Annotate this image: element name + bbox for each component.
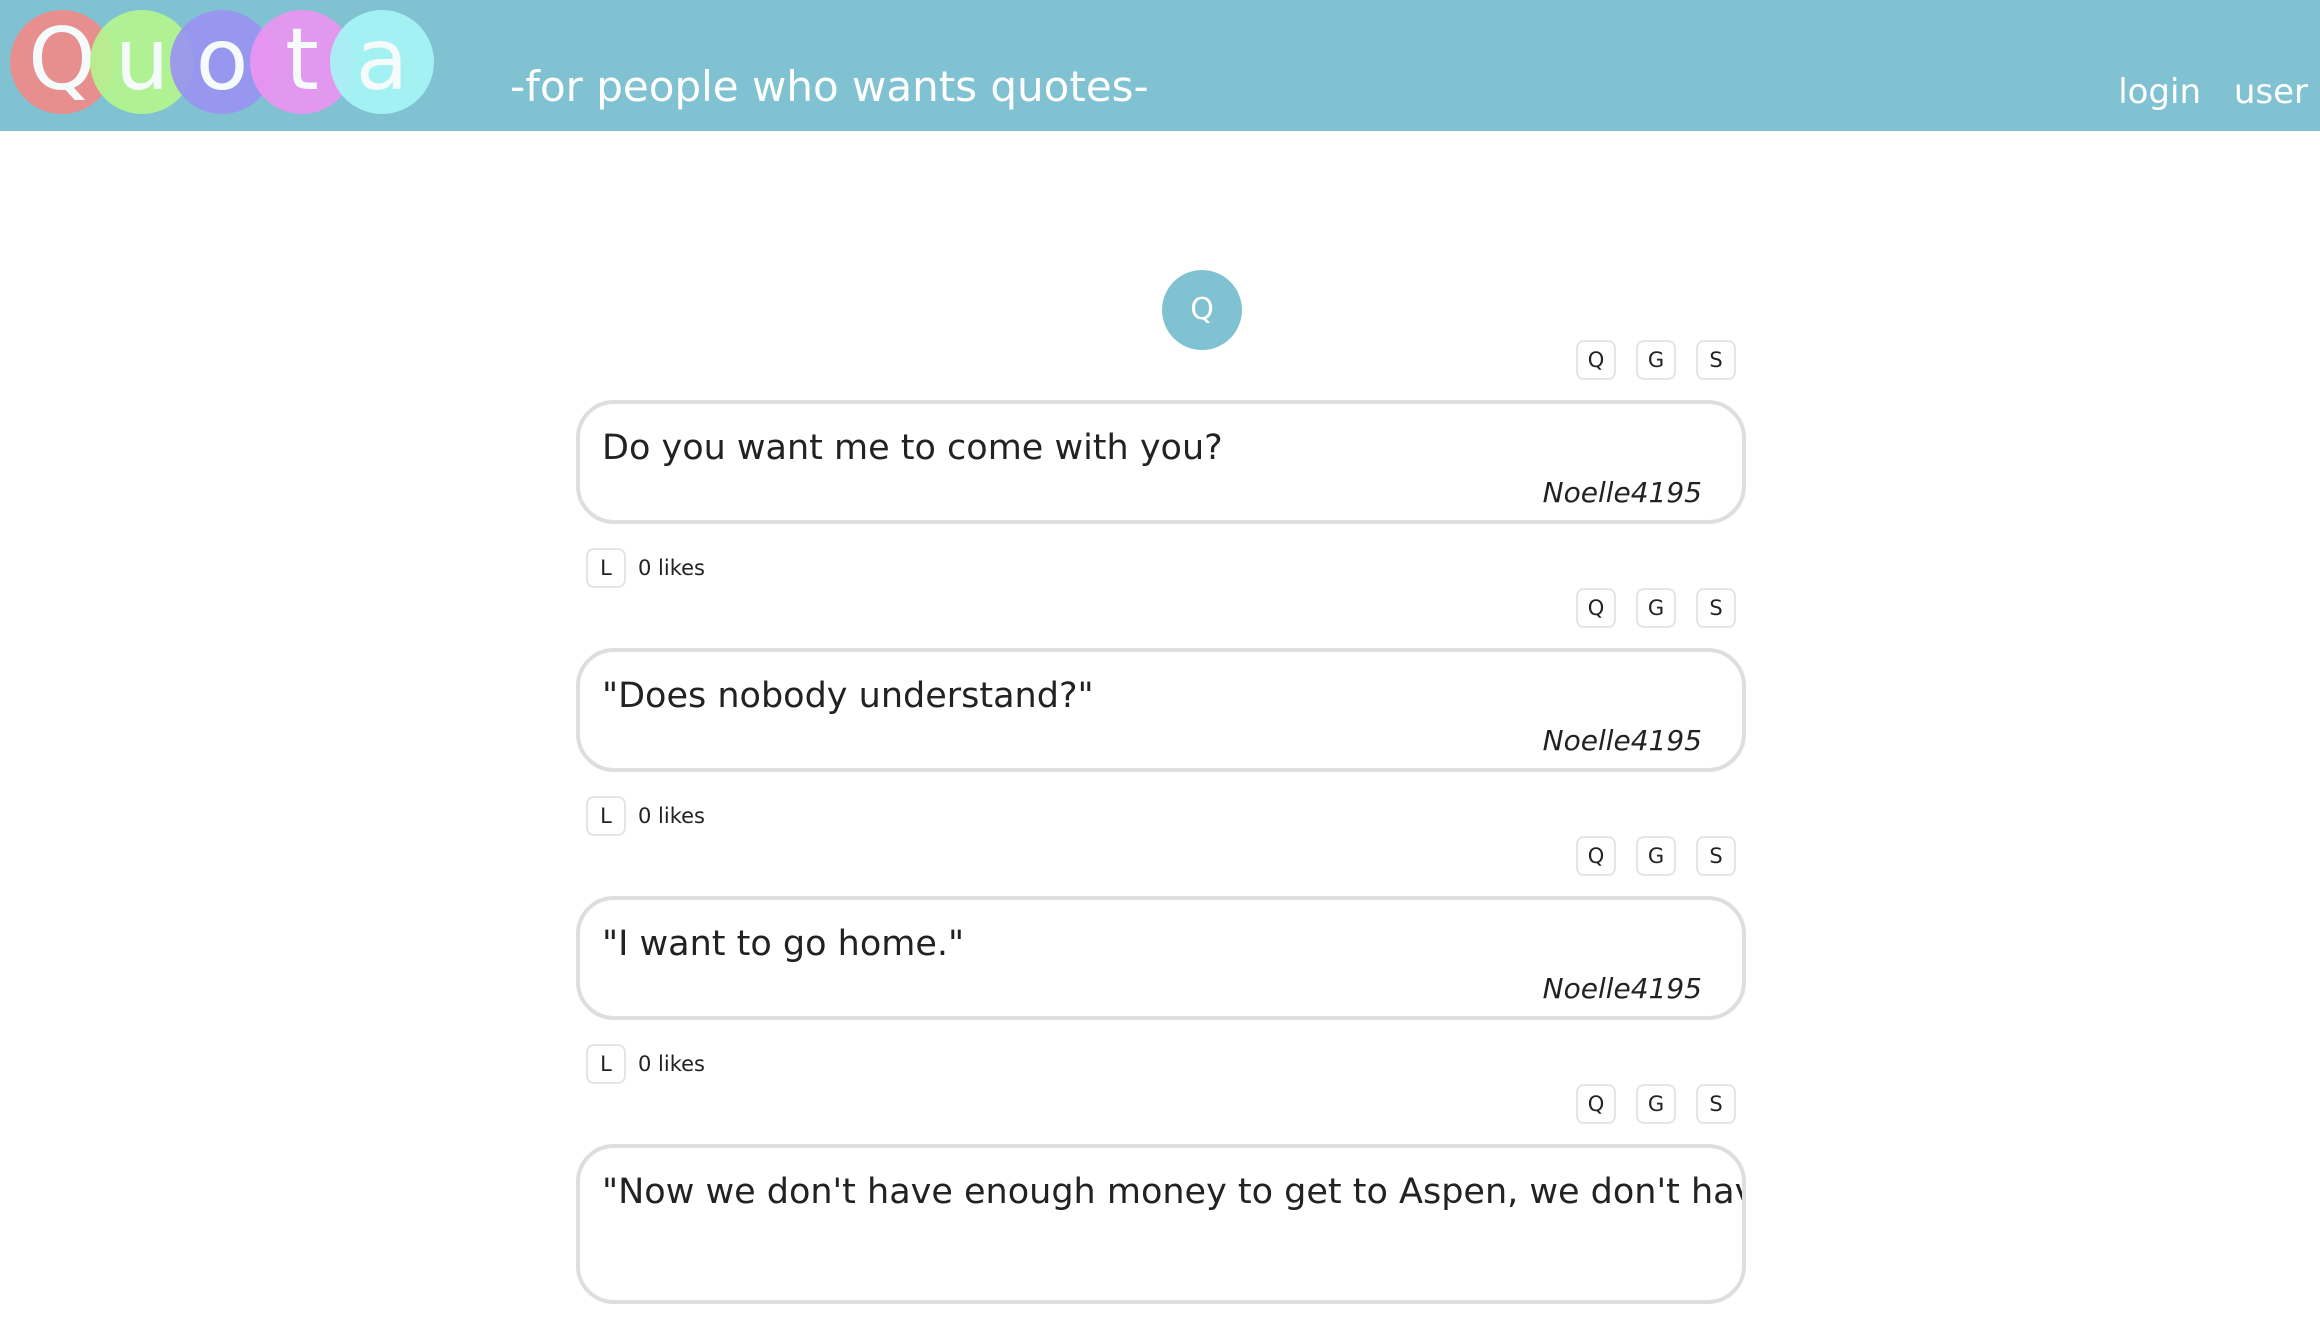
quote-post: QGS "Does nobody understand?" Noelle4195… bbox=[576, 586, 1746, 836]
s-button[interactable]: S bbox=[1696, 588, 1736, 628]
g-button[interactable]: G bbox=[1636, 340, 1676, 380]
logo-letter-a: a bbox=[330, 10, 434, 114]
quote-author[interactable]: Noelle4195 bbox=[1543, 972, 1702, 1005]
s-button[interactable]: S bbox=[1696, 340, 1736, 380]
tagline: -for people who wants quotes- bbox=[510, 62, 1149, 111]
quote-text: Do you want me to come with you? bbox=[602, 428, 1223, 468]
g-button[interactable]: G bbox=[1636, 836, 1676, 876]
quote-button[interactable]: Q bbox=[1576, 836, 1616, 876]
g-button[interactable]: G bbox=[1636, 588, 1676, 628]
post-actions: QGS bbox=[1556, 588, 1736, 628]
like-button[interactable]: L bbox=[586, 796, 626, 836]
s-button[interactable]: S bbox=[1696, 836, 1736, 876]
like-count: 0 likes bbox=[638, 1052, 705, 1076]
post-actions: QGS bbox=[1556, 340, 1736, 380]
like-button[interactable]: L bbox=[586, 548, 626, 588]
quote-post: QGS "Now we don't have enough money to g… bbox=[576, 1082, 1746, 1330]
post-footer: L 0 likes bbox=[586, 548, 705, 588]
like-count: 0 likes bbox=[638, 804, 705, 828]
post-actions: QGS bbox=[1556, 836, 1736, 876]
quote-button[interactable]: Q bbox=[1576, 1084, 1616, 1124]
post-footer: L 0 likes bbox=[586, 796, 705, 836]
post-footer: L 0 likes bbox=[586, 1044, 705, 1084]
quote-author[interactable]: Noelle4195 bbox=[1543, 724, 1702, 757]
quote-feed: QGS Do you want me to come with you? Noe… bbox=[576, 338, 1746, 1330]
quote-card: "Does nobody understand?" Noelle4195 bbox=[576, 648, 1746, 772]
like-count: 0 likes bbox=[638, 556, 705, 580]
quote-card: "I want to go home." Noelle4195 bbox=[576, 896, 1746, 1020]
quote-post: QGS "I want to go home." Noelle4195 L 0 … bbox=[576, 834, 1746, 1084]
like-button[interactable]: L bbox=[586, 1044, 626, 1084]
quote-post: QGS Do you want me to come with you? Noe… bbox=[576, 338, 1746, 588]
s-button[interactable]: S bbox=[1696, 1084, 1736, 1124]
quote-text: "I want to go home." bbox=[602, 924, 965, 964]
header-nav: login user bbox=[2096, 72, 2308, 112]
g-button[interactable]: G bbox=[1636, 1084, 1676, 1124]
quote-button[interactable]: Q bbox=[1576, 340, 1616, 380]
app-header: Q u o t a -for people who wants quotes- … bbox=[0, 0, 2320, 131]
user-link[interactable]: user bbox=[2234, 72, 2308, 112]
quote-button[interactable]: Q bbox=[1576, 588, 1616, 628]
quote-card: Do you want me to come with you? Noelle4… bbox=[576, 400, 1746, 524]
quota-logo[interactable]: Q u o t a bbox=[10, 10, 440, 114]
quote-text: "Does nobody understand?" bbox=[602, 676, 1094, 716]
quote-card: "Now we don't have enough money to get t… bbox=[576, 1144, 1746, 1304]
quote-author[interactable]: Noelle4195 bbox=[1543, 476, 1702, 509]
quote-text: "Now we don't have enough money to get t… bbox=[602, 1172, 1746, 1212]
post-actions: QGS bbox=[1556, 1084, 1736, 1124]
login-link[interactable]: login bbox=[2118, 72, 2201, 112]
